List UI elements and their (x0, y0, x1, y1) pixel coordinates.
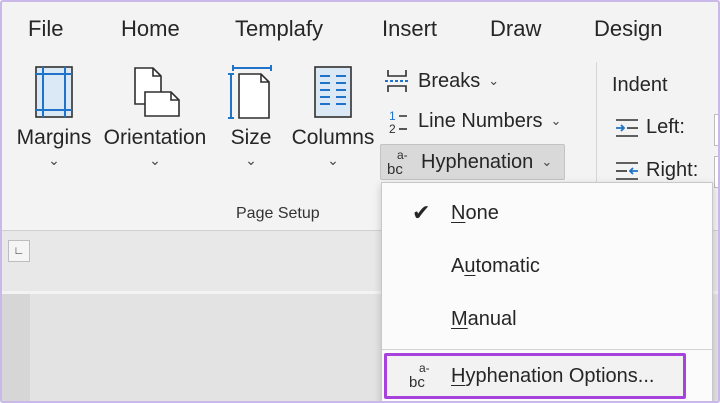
tab-file[interactable]: File (28, 16, 63, 42)
indent-right-input[interactable] (714, 156, 718, 188)
menu-item-automatic-label: Automatic (451, 254, 540, 277)
menu-item-automatic[interactable]: Automatic (382, 243, 712, 289)
indent-right-icon (616, 161, 638, 180)
tab-templafy[interactable]: Templafy (235, 16, 323, 42)
menu-separator (382, 349, 712, 350)
hyphenation-icon: a- bc (407, 360, 437, 396)
columns-button[interactable]: Columns ⌄ (290, 64, 376, 169)
chevron-down-icon: ⌄ (541, 154, 553, 169)
ribbon-tabs: File Home Templafy Insert Draw Design (2, 2, 718, 54)
hyphenation-icon: a- bc (385, 147, 415, 177)
size-label: Size (230, 126, 272, 149)
chevron-down-icon: ⌄ (48, 152, 60, 168)
indent-left-label: Left: (646, 116, 685, 138)
svg-text:2: 2 (389, 122, 396, 135)
breaks-button[interactable]: Breaks ⌄ (382, 64, 499, 98)
menu-item-none-label: None (451, 201, 499, 224)
hyphenation-menu: ✔ None Automatic Manual a- bc Hyphenatio… (381, 182, 713, 401)
chevron-down-icon: ⌄ (488, 73, 500, 88)
svg-text:bc: bc (409, 374, 425, 390)
chevron-down-icon: ⌄ (245, 152, 257, 168)
menu-item-manual[interactable]: Manual (382, 296, 712, 342)
indent-title: Indent (612, 74, 668, 96)
columns-label: Columns (291, 126, 375, 149)
chevron-down-icon: ⌄ (327, 152, 339, 168)
indent-left-input[interactable] (714, 114, 718, 146)
line-numbers-label: Line Numbers (418, 109, 543, 132)
menu-item-manual-label: Manual (451, 307, 517, 330)
menu-item-none[interactable]: ✔ None (382, 190, 712, 236)
indent-right-label: Right: (646, 159, 699, 181)
line-numbers-button[interactable]: 1 2 Line Numbers ⌄ (382, 104, 561, 138)
indent-left-row: Left: (614, 116, 685, 139)
tab-home[interactable]: Home (121, 16, 180, 42)
chevron-down-icon: ⌄ (550, 113, 562, 128)
margins-label: Margins (16, 126, 92, 149)
tab-selector-icon[interactable]: ∟ (8, 240, 30, 262)
svg-text:a-: a- (397, 148, 408, 162)
svg-text:bc: bc (387, 161, 403, 177)
svg-text:a-: a- (419, 361, 430, 375)
page-size-icon (228, 65, 272, 119)
margins-button[interactable]: Margins ⌄ (14, 64, 94, 169)
breaks-icon (382, 66, 412, 96)
check-icon: ✔ (412, 200, 431, 225)
hyphenation-label: Hyphenation (421, 150, 534, 173)
margins-icon (35, 66, 73, 118)
breaks-label: Breaks (418, 69, 481, 92)
indent-left-icon (616, 118, 638, 137)
tab-design[interactable]: Design (594, 16, 662, 42)
orientation-button[interactable]: Orientation ⌄ (100, 64, 210, 169)
tab-insert[interactable]: Insert (382, 16, 437, 42)
size-button[interactable]: Size ⌄ (224, 64, 278, 169)
tab-draw[interactable]: Draw (490, 16, 541, 42)
vertical-ruler (2, 294, 30, 401)
svg-text:1: 1 (389, 109, 396, 123)
word-window: File Home Templafy Insert Draw Design Ma… (0, 0, 720, 403)
line-numbers-icon: 1 2 (382, 106, 412, 136)
chevron-down-icon: ⌄ (149, 152, 161, 168)
menu-item-hyphenation-options-label: Hyphenation Options... (451, 364, 655, 387)
menu-item-hyphenation-options[interactable]: a- bc Hyphenation Options... (384, 353, 686, 399)
orientation-icon (134, 67, 180, 117)
columns-icon (314, 66, 352, 118)
indent-right-row: Right: (614, 159, 698, 182)
hyphenation-button[interactable]: a- bc Hyphenation ⌄ (380, 144, 566, 180)
page-setup-group-label: Page Setup (236, 205, 320, 222)
orientation-label: Orientation (103, 126, 207, 149)
